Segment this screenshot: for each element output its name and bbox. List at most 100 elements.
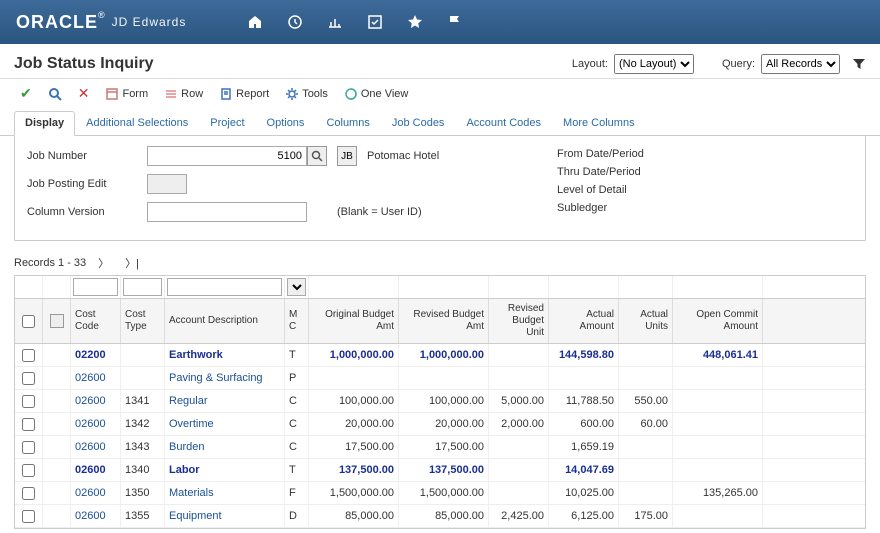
clock-icon[interactable] <box>286 13 304 31</box>
account-desc-link[interactable]: Materials <box>169 487 214 499</box>
tab-project[interactable]: Project <box>199 111 255 136</box>
brand-product: JD Edwards <box>112 15 187 29</box>
row-checkbox[interactable] <box>22 487 35 500</box>
tab-options[interactable]: Options <box>256 111 316 136</box>
tab-more-columns[interactable]: More Columns <box>552 111 646 136</box>
account-desc-link[interactable]: Equipment <box>169 510 222 522</box>
close-button[interactable]: ✕ <box>72 83 96 104</box>
chart-icon[interactable] <box>326 13 344 31</box>
col-mc[interactable]: M C <box>285 299 309 343</box>
table-row[interactable]: 026001355EquipmentD85,000.0085,000.002,4… <box>15 505 865 528</box>
account-desc-link[interactable]: Burden <box>169 441 204 453</box>
report-menu[interactable]: Report <box>213 85 275 103</box>
query-select[interactable]: All Records <box>761 54 840 74</box>
row-checkbox[interactable] <box>22 418 35 431</box>
job-posting-edit-input[interactable] <box>147 174 187 194</box>
cost-code-link[interactable]: 02200 <box>75 349 106 361</box>
data-grid: Cost Code Cost Type Account Description … <box>14 275 866 529</box>
query-label: Query: <box>722 58 755 70</box>
row-checkbox[interactable] <box>22 349 35 362</box>
row-menu[interactable]: Row <box>158 85 209 103</box>
app-header: ORACLE ® JD Edwards <box>0 0 880 44</box>
page-title: Job Status Inquiry <box>14 55 572 73</box>
grid-header-row: Cost Code Cost Type Account Description … <box>15 299 865 344</box>
row-checkbox[interactable] <box>22 395 35 408</box>
table-row[interactable]: 026001341RegularC100,000.00100,000.005,0… <box>15 390 865 413</box>
account-desc-link[interactable]: Regular <box>169 395 208 407</box>
tools-menu[interactable]: Tools <box>279 85 334 103</box>
job-number-search-icon[interactable] <box>307 146 327 166</box>
col-actual-amt[interactable]: Actual Amount <box>549 299 619 343</box>
row-checkbox[interactable] <box>22 441 35 454</box>
oneview-menu[interactable]: One View <box>338 85 415 103</box>
cost-code-link[interactable]: 02600 <box>75 372 106 384</box>
account-desc-link[interactable]: Paving & Surfacing <box>169 372 263 384</box>
col-cost-code[interactable]: Cost Code <box>71 299 121 343</box>
flag-icon[interactable] <box>446 13 464 31</box>
tab-account-codes[interactable]: Account Codes <box>455 111 552 136</box>
next-page-icon[interactable]: 〉 <box>94 255 113 271</box>
layout-select[interactable]: (No Layout) <box>614 54 694 74</box>
last-page-icon[interactable]: 〉| <box>121 255 143 271</box>
account-desc-link[interactable]: Overtime <box>169 418 214 430</box>
col-actual-units[interactable]: Actual Units <box>619 299 673 343</box>
account-desc-link[interactable]: Labor <box>169 464 200 476</box>
star-icon[interactable] <box>406 13 424 31</box>
header-icon-row <box>246 13 464 31</box>
edit-icon[interactable] <box>366 13 384 31</box>
tab-display[interactable]: Display <box>14 111 75 136</box>
filter-mc[interactable] <box>287 278 306 296</box>
find-button[interactable] <box>42 85 68 103</box>
row-checkbox[interactable] <box>22 464 35 477</box>
col-rev-budget[interactable]: Revised Budget Amt <box>399 299 489 343</box>
home-icon[interactable] <box>246 13 264 31</box>
filter-account-desc[interactable] <box>167 278 282 296</box>
level-of-detail-label: Level of Detail <box>557 184 644 196</box>
cost-code-link[interactable]: 02600 <box>75 464 106 476</box>
ok-button[interactable]: ✔ <box>14 83 38 104</box>
layout-query-controls: Layout: (No Layout) Query: All Records <box>572 54 866 74</box>
cost-code-link[interactable]: 02600 <box>75 441 106 453</box>
col-open-commit[interactable]: Open Commit Amount <box>673 299 763 343</box>
filter-cost-code[interactable] <box>73 278 118 296</box>
tab-columns[interactable]: Columns <box>315 111 380 136</box>
select-all-checkbox[interactable] <box>22 315 35 328</box>
row-selector-icon[interactable] <box>50 314 64 328</box>
brand-name: ORACLE <box>16 12 98 33</box>
column-version-input[interactable] <box>147 202 307 222</box>
cost-code-link[interactable]: 02600 <box>75 395 106 407</box>
tab-job-codes[interactable]: Job Codes <box>381 111 456 136</box>
col-account-desc[interactable]: Account Description <box>165 299 285 343</box>
form-panel: Job Number JB Potomac Hotel Job Posting … <box>14 136 866 241</box>
records-label: Records 1 - 33 <box>14 257 86 269</box>
job-number-input[interactable] <box>147 146 307 166</box>
cost-code-link[interactable]: 02600 <box>75 418 106 430</box>
col-rev-unit[interactable]: Revised Budget Unit <box>489 299 549 343</box>
job-posting-edit-label: Job Posting Edit <box>27 178 147 190</box>
job-number-label: Job Number <box>27 150 147 162</box>
filter-icon[interactable] <box>852 57 866 71</box>
filter-cost-type[interactable] <box>123 278 162 296</box>
col-orig-budget[interactable]: Original Budget Amt <box>309 299 399 343</box>
page-title-bar: Job Status Inquiry Layout: (No Layout) Q… <box>0 44 880 79</box>
table-row[interactable]: 02600Paving & SurfacingP <box>15 367 865 390</box>
grid-body: 02200EarthworkT1,000,000.001,000,000.001… <box>15 344 865 528</box>
form-menu[interactable]: Form <box>99 85 154 103</box>
cost-code-link[interactable]: 02600 <box>75 510 106 522</box>
jb-button[interactable]: JB <box>337 146 357 166</box>
table-row[interactable]: 026001342OvertimeC20,000.0020,000.002,00… <box>15 413 865 436</box>
subledger-label: Subledger <box>557 202 644 214</box>
table-row[interactable]: 026001340LaborT137,500.00137,500.0014,04… <box>15 459 865 482</box>
row-checkbox[interactable] <box>22 372 35 385</box>
table-row[interactable]: 026001350MaterialsF1,500,000.001,500,000… <box>15 482 865 505</box>
column-version-hint: (Blank = User ID) <box>337 206 517 218</box>
action-toolbar: ✔ ✕ Form Row Report Tools One View <box>0 79 880 108</box>
table-row[interactable]: 02200EarthworkT1,000,000.001,000,000.001… <box>15 344 865 367</box>
table-row[interactable]: 026001343BurdenC17,500.0017,500.001,659.… <box>15 436 865 459</box>
tab-additional-selections[interactable]: Additional Selections <box>75 111 199 136</box>
col-cost-type[interactable]: Cost Type <box>121 299 165 343</box>
from-date-label: From Date/Period <box>557 148 644 160</box>
row-checkbox[interactable] <box>22 510 35 523</box>
account-desc-link[interactable]: Earthwork <box>169 349 223 361</box>
cost-code-link[interactable]: 02600 <box>75 487 106 499</box>
